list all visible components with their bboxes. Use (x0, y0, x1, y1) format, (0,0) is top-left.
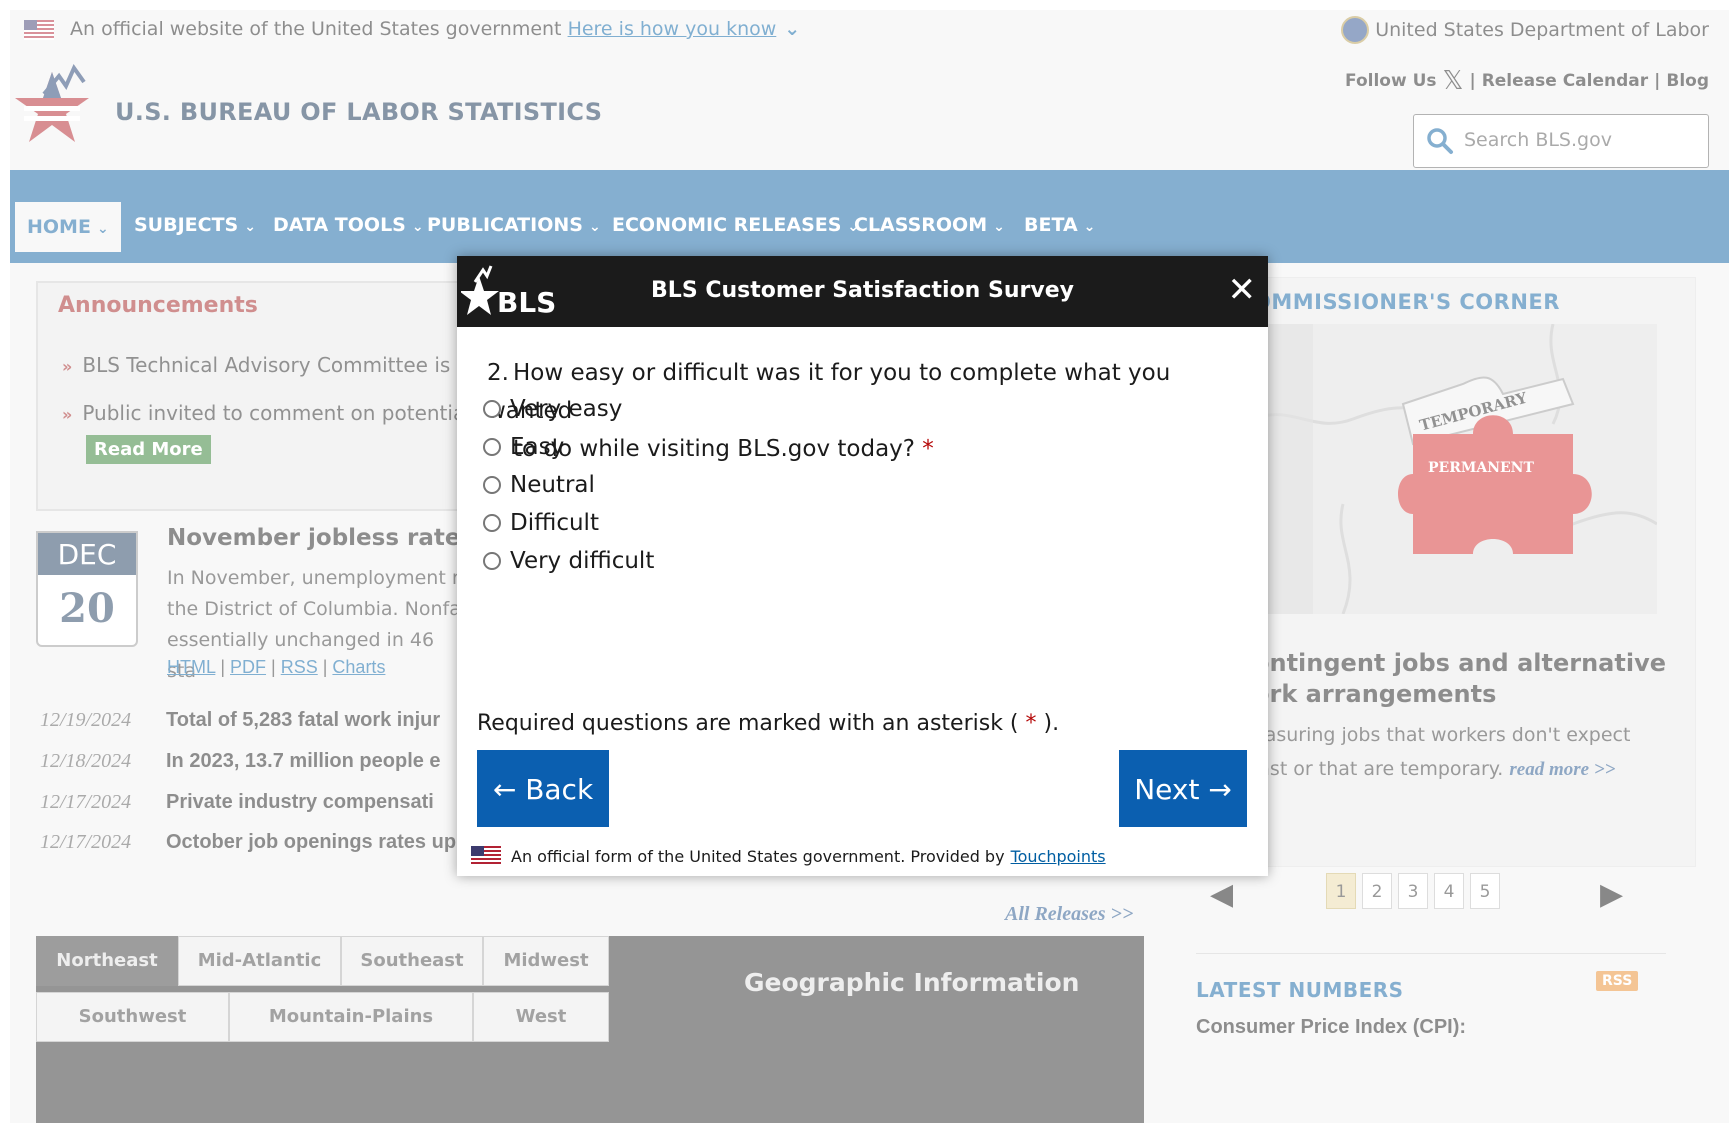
us-flag-icon (471, 846, 501, 866)
option-very-difficult[interactable]: Very difficult (483, 548, 654, 574)
radio-button[interactable] (483, 476, 501, 494)
survey-modal: BLS BLS Customer Satisfaction Survey ✕ 2… (457, 256, 1268, 876)
radio-button[interactable] (483, 438, 501, 456)
modal-footer: An official form of the United States go… (471, 846, 1106, 866)
touchpoints-link[interactable]: Touchpoints (1011, 847, 1106, 866)
option-easy[interactable]: Easy (483, 434, 564, 460)
modal-header: BLS BLS Customer Satisfaction Survey ✕ (457, 256, 1268, 327)
back-button[interactable]: ← Back (477, 750, 609, 827)
required-note: Required questions are marked with an as… (477, 711, 1060, 736)
modal-title: BLS Customer Satisfaction Survey (651, 278, 1074, 303)
close-icon[interactable]: ✕ (1228, 270, 1257, 310)
option-neutral[interactable]: Neutral (483, 472, 595, 498)
required-asterisk: * (922, 436, 934, 462)
radio-button[interactable] (483, 514, 501, 532)
next-button[interactable]: Next → (1119, 750, 1247, 827)
radio-button[interactable] (483, 552, 501, 570)
footer-text: An official form of the United States go… (511, 846, 1005, 866)
option-very-easy[interactable]: Very easy (483, 396, 622, 422)
radio-button[interactable] (483, 400, 501, 418)
option-difficult[interactable]: Difficult (483, 510, 599, 536)
